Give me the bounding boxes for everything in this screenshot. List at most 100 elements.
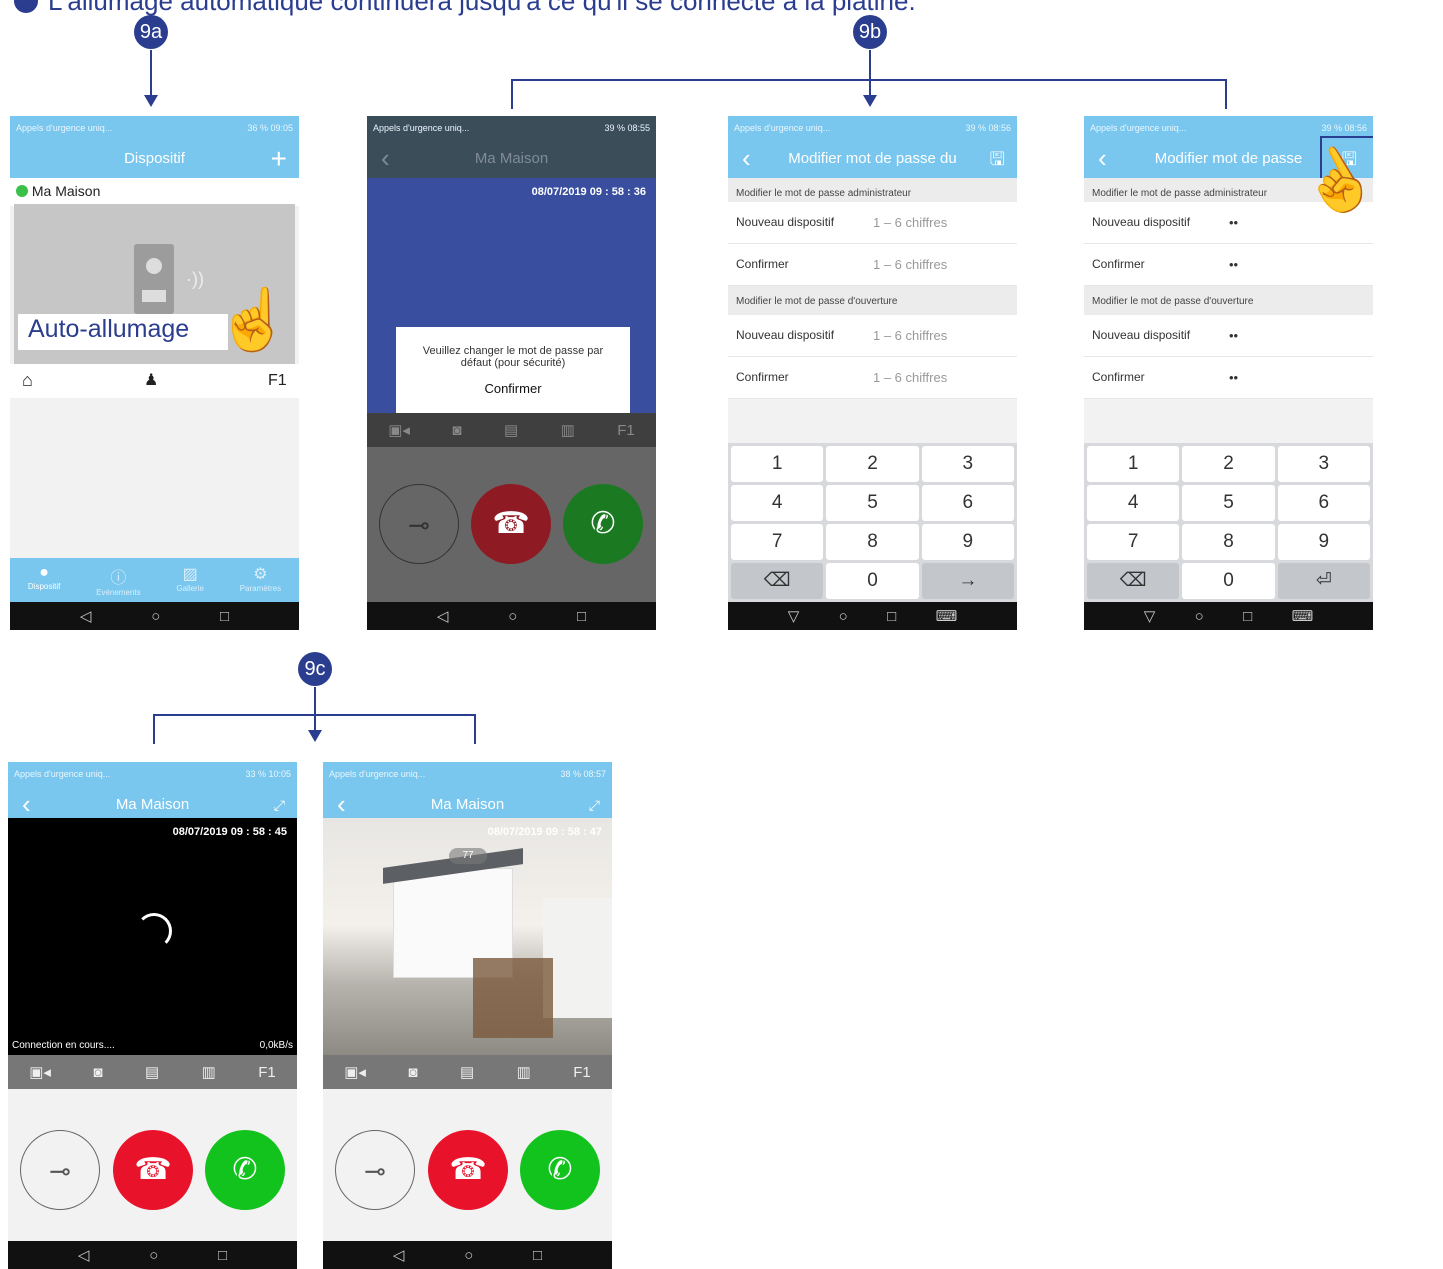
home-nav-icon[interactable]: ○ (464, 1247, 473, 1264)
back-icon[interactable]: ‹ (22, 786, 31, 822)
tab-parametres[interactable]: ⚙ Paramètres (240, 558, 281, 602)
key-2[interactable]: 2 (826, 446, 919, 482)
keyboard-icon[interactable]: ⌨ (936, 607, 958, 625)
home-nav-icon[interactable]: ○ (839, 608, 848, 625)
recents-nav-icon[interactable]: □ (577, 608, 586, 625)
status-carrier: Appels d'urgence uniq... (1090, 123, 1187, 133)
recents-nav-icon[interactable]: □ (218, 1247, 227, 1264)
call-actions: ⊸ ☎ ✆ (367, 447, 656, 602)
call-toolbar: ▣◂ ◙ ▤ ▥ F1 (323, 1055, 612, 1089)
key-4[interactable]: 4 (731, 485, 824, 521)
add-device-button[interactable]: + (271, 140, 287, 178)
hangup-button[interactable]: ☎ (428, 1130, 508, 1210)
recents-nav-icon[interactable]: □ (887, 608, 896, 625)
unlock-button[interactable]: ⊸ (379, 484, 459, 564)
status-carrier: Appels d'urgence uniq... (329, 769, 426, 779)
tab-gallerie[interactable]: ▨ Gallerie (176, 558, 204, 602)
gate-icon[interactable]: ▥ (517, 1063, 531, 1081)
record-icon[interactable]: ▣◂ (29, 1063, 51, 1081)
back-nav-icon[interactable]: ◁ (393, 1246, 405, 1264)
confirm-button[interactable]: Confirmer (396, 381, 630, 396)
snapshot-icon[interactable]: ◙ (408, 1064, 417, 1081)
key-1[interactable]: 1 (731, 446, 824, 482)
key-8[interactable]: 8 (1182, 524, 1275, 560)
key-9[interactable]: 9 (921, 524, 1014, 560)
back-icon[interactable]: ‹ (381, 140, 390, 176)
key-0[interactable]: 0 (826, 563, 919, 599)
record-icon[interactable]: ▣◂ (344, 1063, 366, 1081)
key-2[interactable]: 2 (1182, 446, 1275, 482)
key-6[interactable]: 6 (1277, 485, 1370, 521)
key-4[interactable]: 4 (1087, 485, 1180, 521)
switch-icon[interactable]: ▤ (504, 421, 518, 439)
alarm-icon[interactable]: ♟ (144, 370, 158, 390)
home-nav-icon[interactable]: ○ (1195, 608, 1204, 625)
home-nav-icon[interactable]: ○ (151, 608, 160, 625)
key-5[interactable]: 5 (1182, 485, 1275, 521)
recents-nav-icon[interactable]: □ (1243, 608, 1252, 625)
key-7[interactable]: 7 (731, 524, 824, 560)
gate-icon[interactable]: ▥ (561, 421, 575, 439)
answer-button[interactable]: ✆ (563, 484, 643, 564)
record-icon[interactable]: ▣◂ (388, 421, 410, 439)
admin-new-field[interactable]: Nouveau dispositif 1 – 6 chiffres (728, 202, 1017, 244)
enter-key[interactable]: ⏎ (1277, 563, 1370, 599)
gate-icon[interactable]: ▥ (202, 1063, 216, 1081)
field-label: Nouveau dispositif (1092, 328, 1191, 342)
key-3[interactable]: 3 (1277, 446, 1370, 482)
back-icon[interactable]: ‹ (742, 140, 751, 176)
status-time: 39 % 08:56 (965, 123, 1011, 133)
back-nav-icon[interactable]: ◁ (80, 607, 92, 625)
open-new-field[interactable]: Nouveau dispositif 1 – 6 chiffres (728, 315, 1017, 357)
unlock-button[interactable]: ⊸ (20, 1130, 100, 1210)
key-7[interactable]: 7 (1087, 524, 1180, 560)
snapshot-icon[interactable]: ◙ (452, 422, 461, 439)
answer-button[interactable]: ✆ (205, 1130, 285, 1210)
answer-button[interactable]: ✆ (520, 1130, 600, 1210)
key-5[interactable]: 5 (826, 485, 919, 521)
key-9[interactable]: 9 (1277, 524, 1370, 560)
open-confirm-field[interactable]: Confirmer •• (1084, 357, 1373, 399)
tab-evenements[interactable]: ⓘ Evénements (96, 558, 140, 602)
f1-button[interactable]: F1 (573, 1064, 591, 1081)
arrow-9c-icon (308, 730, 322, 742)
f1-button[interactable]: F1 (617, 422, 635, 439)
key-1[interactable]: 1 (1087, 446, 1180, 482)
back-nav-icon[interactable]: ◁ (78, 1246, 90, 1264)
key-3[interactable]: 3 (921, 446, 1014, 482)
key-0[interactable]: 0 (1182, 563, 1275, 599)
back-icon[interactable]: ‹ (337, 786, 346, 822)
admin-confirm-field[interactable]: Confirmer 1 – 6 chiffres (728, 244, 1017, 286)
backspace-key[interactable]: ⌫ (731, 563, 824, 599)
key-6[interactable]: 6 (921, 485, 1014, 521)
next-key[interactable]: → (921, 563, 1014, 599)
back-icon[interactable]: ‹ (1098, 140, 1107, 176)
backspace-key[interactable]: ⌫ (1087, 563, 1180, 599)
keyboard-icon[interactable]: ⌨ (1292, 607, 1314, 625)
home-nav-icon[interactable]: ○ (508, 608, 517, 625)
open-confirm-field[interactable]: Confirmer 1 – 6 chiffres (728, 357, 1017, 399)
save-icon[interactable]: 🖫 (990, 140, 1005, 178)
home-icon[interactable]: ⌂ (22, 370, 33, 391)
field-label: Nouveau dispositif (736, 215, 835, 229)
f1-button[interactable]: F1 (268, 372, 287, 390)
hide-keyboard-icon[interactable]: ▽ (788, 607, 800, 625)
hide-keyboard-icon[interactable]: ▽ (1144, 607, 1156, 625)
key-8[interactable]: 8 (826, 524, 919, 560)
recents-nav-icon[interactable]: □ (533, 1247, 542, 1264)
switch-icon[interactable]: ▤ (145, 1063, 159, 1081)
device-header[interactable]: Ma Maison (10, 178, 299, 206)
open-new-field[interactable]: Nouveau dispositif •• (1084, 315, 1373, 357)
field-placeholder: 1 – 6 chiffres (873, 257, 948, 272)
recents-nav-icon[interactable]: □ (220, 608, 229, 625)
f1-button[interactable]: F1 (258, 1064, 276, 1081)
admin-confirm-field[interactable]: Confirmer •• (1084, 244, 1373, 286)
snapshot-icon[interactable]: ◙ (93, 1064, 102, 1081)
switch-icon[interactable]: ▤ (460, 1063, 474, 1081)
unlock-button[interactable]: ⊸ (335, 1130, 415, 1210)
hangup-button[interactable]: ☎ (113, 1130, 193, 1210)
home-nav-icon[interactable]: ○ (149, 1247, 158, 1264)
hangup-button[interactable]: ☎ (471, 484, 551, 564)
tab-dispositif[interactable]: ● Dispositif (28, 558, 60, 602)
back-nav-icon[interactable]: ◁ (437, 607, 449, 625)
